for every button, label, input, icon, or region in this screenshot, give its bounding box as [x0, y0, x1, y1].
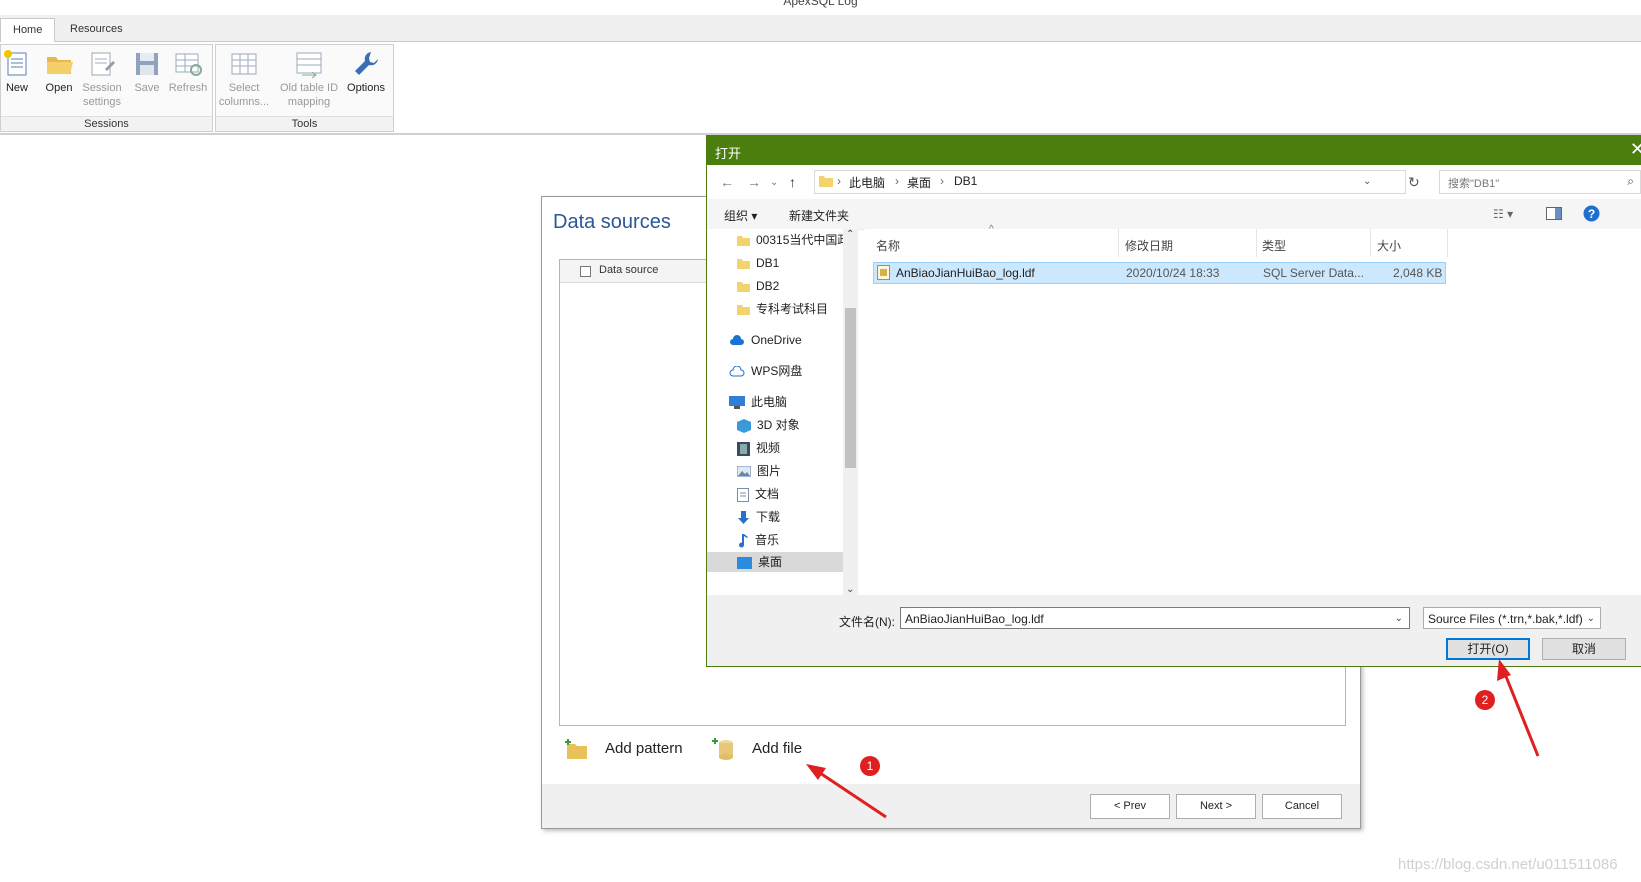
watermark: https://blog.csdn.net/u011511086: [1398, 856, 1618, 873]
arrowhead-icon: [1497, 659, 1511, 681]
step-1-marker: 1: [860, 756, 880, 776]
arrow-to-open-button: [1501, 668, 1540, 757]
annotation-arrows: [806, 659, 1540, 819]
arrow-to-add-file: [813, 767, 887, 819]
arrowhead-icon: [806, 764, 826, 780]
step-2-marker: 2: [1475, 690, 1495, 710]
